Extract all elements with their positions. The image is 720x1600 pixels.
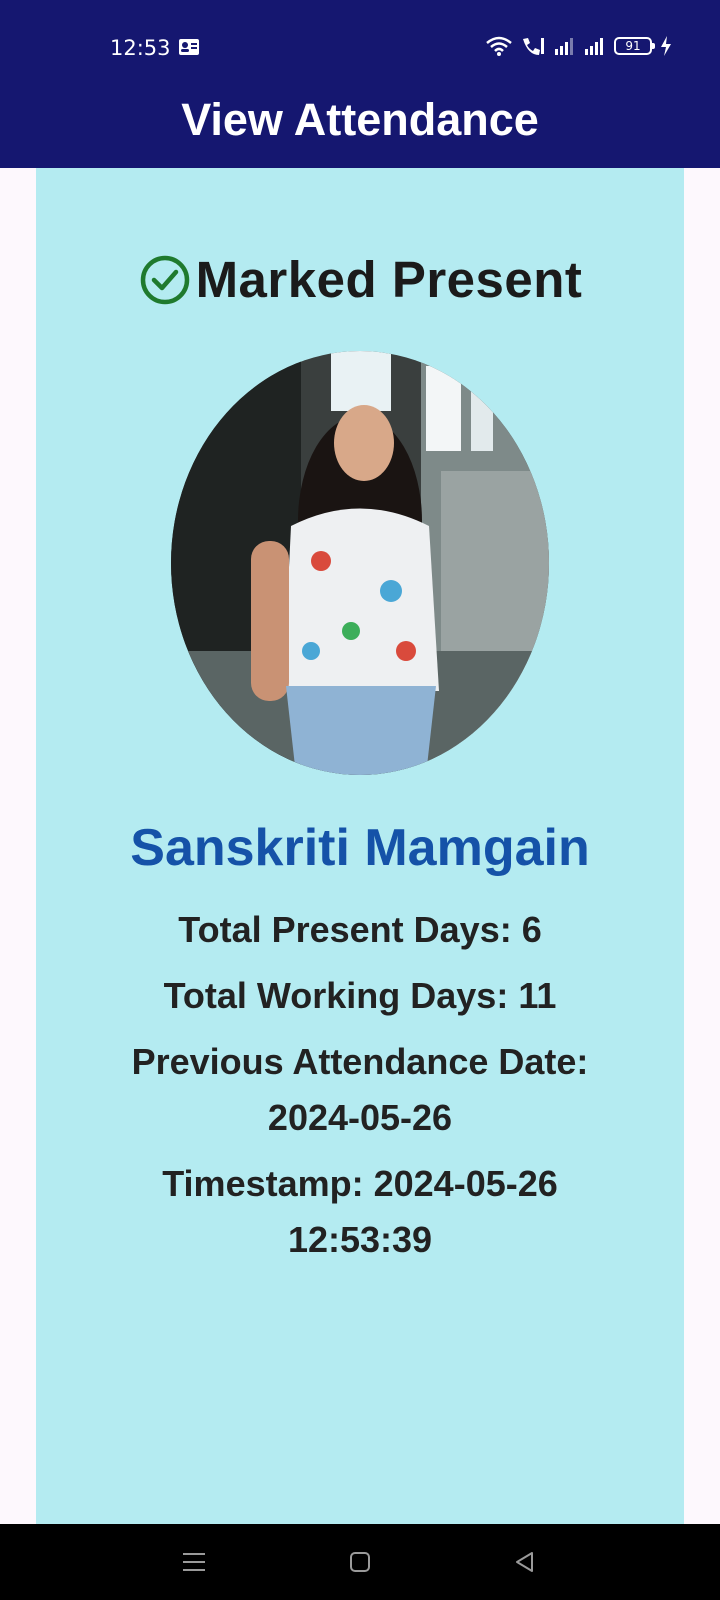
employee-name: Sanskriti Mamgain <box>130 819 590 877</box>
marked-present-status: Marked Present <box>36 250 684 309</box>
attendance-card: Marked Present Sanskriti Mamgain Total P… <box>36 168 684 1524</box>
back-triangle-icon[interactable] <box>508 1546 540 1578</box>
total-working-days: Total Working Days: 11 <box>163 975 557 1016</box>
previous-attendance-date: 2024-05-26 <box>267 1097 453 1138</box>
navigation-bar <box>0 1524 720 1600</box>
volte-call-icon <box>523 38 544 55</box>
battery-icon: 91 <box>614 37 655 55</box>
timestamp-time: 12:53:39 <box>287 1219 433 1260</box>
contact-card-icon <box>179 39 199 55</box>
wifi-icon <box>486 36 512 56</box>
marked-present-label: Marked Present <box>195 251 583 308</box>
menu-icon[interactable] <box>178 1546 210 1578</box>
status-time: 12:53 <box>110 36 171 60</box>
avatar <box>171 351 549 775</box>
home-square-icon[interactable] <box>344 1546 376 1578</box>
signal-icon <box>585 38 603 55</box>
status-icons: 91 <box>486 36 672 56</box>
previous-attendance-label: Previous Attendance Date: <box>131 1041 589 1082</box>
signal-icon <box>555 38 573 55</box>
page-title: View Attendance <box>181 94 539 145</box>
status-bar: 12:53 91 <box>0 0 720 92</box>
timestamp-label: Timestamp: 2024-05-26 <box>162 1163 558 1204</box>
total-present-days: Total Present Days: 6 <box>178 909 542 950</box>
check-circle-icon <box>140 255 189 304</box>
charging-icon <box>661 36 671 56</box>
app-bar: View Attendance <box>0 92 720 168</box>
